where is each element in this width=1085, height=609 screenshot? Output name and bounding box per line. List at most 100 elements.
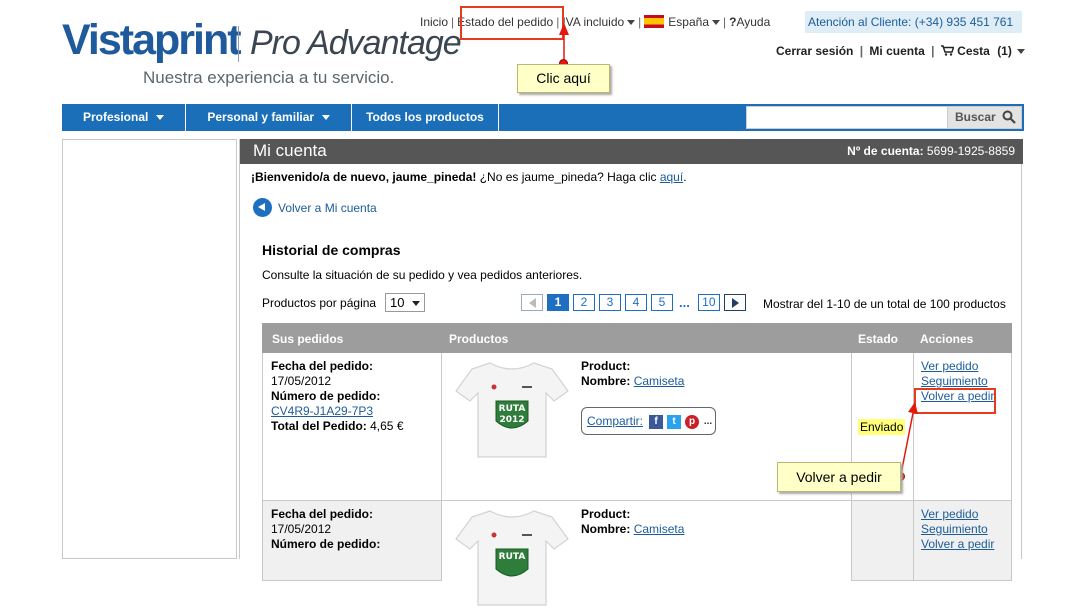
share-box: Compartir: f t p ... xyxy=(581,407,716,435)
home-link[interactable]: Inicio xyxy=(420,15,448,29)
tshirt-image[interactable]: RUTA xyxy=(450,505,574,609)
reorder-link[interactable]: Volver a pedir xyxy=(921,537,994,552)
nav-professional[interactable]: Profesional xyxy=(62,104,187,131)
pagination: 1 2 3 4 5 ... 10 xyxy=(521,294,750,311)
tshirt-image[interactable]: RUTA 2012 xyxy=(450,357,574,461)
tracking-link[interactable]: Seguimiento xyxy=(921,522,994,537)
my-account-link[interactable]: Mi cuenta xyxy=(869,44,924,58)
sub-brand: Pro Advantage xyxy=(250,24,462,62)
col-status: Estado xyxy=(858,332,899,346)
share-link[interactable]: Compartir: xyxy=(587,414,643,428)
col-actions: Acciones xyxy=(920,332,974,346)
search-button[interactable]: Buscar xyxy=(947,107,1021,128)
logout-link[interactable]: Cerrar sesión xyxy=(776,44,853,58)
order-status-highlight xyxy=(460,6,564,40)
prev-page-button[interactable] xyxy=(521,294,543,311)
product-name-label: Nombre: xyxy=(581,522,631,536)
order-number-link[interactable]: CV4R9-J1A29-7P3 xyxy=(271,404,373,418)
tagline: Nuestra experiencia a tu servicio. xyxy=(143,68,395,87)
product-name-link[interactable]: Camiseta xyxy=(634,522,685,536)
page-3[interactable]: 3 xyxy=(599,294,621,311)
order-total-label: Total del Pedido: xyxy=(271,419,367,433)
click-here-callout: Clic aquí xyxy=(517,64,610,93)
spain-flag-icon xyxy=(644,15,665,28)
page-5[interactable]: 5 xyxy=(651,294,673,311)
order-date-label: Fecha del pedido: xyxy=(271,359,374,373)
chevron-down-icon xyxy=(412,301,420,306)
view-order-link[interactable]: Ver pedido xyxy=(921,359,994,374)
search-button-label: Buscar xyxy=(955,110,996,124)
nav-label: Profesional xyxy=(83,110,149,124)
pagination-ellipsis: ... xyxy=(679,295,690,310)
pinterest-icon[interactable]: p xyxy=(685,415,699,429)
search-input[interactable] xyxy=(747,107,947,128)
facebook-icon[interactable]: f xyxy=(649,415,663,429)
page-10[interactable]: 10 xyxy=(697,294,720,311)
account-number-label: Nº de cuenta: xyxy=(847,144,924,158)
shirt-print-year: 2012 xyxy=(499,415,524,425)
order-date-label: Fecha del pedido: xyxy=(271,507,374,521)
nav-label: Todos los productos xyxy=(366,110,484,124)
view-order-link[interactable]: Ver pedido xyxy=(921,507,994,522)
shirt-print-word: RUTA xyxy=(499,404,526,414)
page-4[interactable]: 4 xyxy=(625,294,647,311)
page-2[interactable]: 2 xyxy=(573,294,595,311)
left-sidebar xyxy=(62,139,237,559)
divider: | xyxy=(859,44,864,58)
next-page-button[interactable] xyxy=(723,294,746,311)
welcome-message: ¡Bienvenido/a de nuevo, jaume_pineda! ¿N… xyxy=(251,170,687,184)
order-info: Fecha del pedido: 17/05/2012 Número de p… xyxy=(271,507,380,552)
product-label: Product: xyxy=(581,359,631,373)
country-dropdown[interactable]: España xyxy=(644,15,720,29)
tracking-link[interactable]: Seguimiento xyxy=(921,374,994,389)
account-number: Nº de cuenta: 5699-1925-8859 xyxy=(847,144,1015,158)
cart-icon xyxy=(940,45,955,56)
cell-divider xyxy=(913,501,914,580)
shirt-print-word: RUTA xyxy=(499,552,526,562)
help-link[interactable]: ?Ayuda xyxy=(729,15,770,29)
welcome-question: ¿No es jaume_pineda? Haga clic xyxy=(476,170,660,184)
per-page-label: Productos por página xyxy=(262,296,377,310)
welcome-greeting: ¡Bienvenido/a de nuevo, jaume_pineda! xyxy=(251,170,477,184)
back-to-account-link[interactable]: Volver a Mi cuenta xyxy=(278,201,377,215)
chevron-down-icon xyxy=(712,20,720,25)
cart-link[interactable]: Cesta (1) xyxy=(940,44,1025,58)
reorder-highlight xyxy=(914,388,996,414)
table-header: Sus pedidos Productos Estado Acciones xyxy=(262,323,1012,353)
product-label: Product: xyxy=(581,507,631,521)
product-name-label: Nombre: xyxy=(581,374,631,388)
order-info: Fecha del pedido: 17/05/2012 Número de p… xyxy=(271,359,404,434)
back-to-account[interactable]: Volver a Mi cuenta xyxy=(253,198,377,217)
order-number-label: Número de pedido: xyxy=(271,389,381,403)
product-info: Product: Nombre: Camiseta xyxy=(581,359,684,389)
account-number-value: 5699-1925-8859 xyxy=(926,144,1015,158)
country-label: España xyxy=(668,15,709,29)
logo[interactable]: Vistaprint Pro Advantage xyxy=(62,14,472,74)
per-page-value: 10 xyxy=(390,295,405,310)
chevron-down-icon xyxy=(156,115,165,120)
twitter-icon[interactable]: t xyxy=(667,415,681,429)
per-page-select[interactable]: 10 xyxy=(385,293,425,312)
product-info: Product: Nombre: Camiseta xyxy=(581,507,684,537)
share-more[interactable]: ... xyxy=(701,415,715,429)
chevron-down-icon xyxy=(1016,49,1025,54)
order-number-label: Número de pedido: xyxy=(271,537,381,551)
nav-personal[interactable]: Personal y familiar xyxy=(186,104,353,131)
user-nav: Cerrar sesión | Mi cuenta | Cesta (1) xyxy=(776,44,1025,58)
nav-label: Personal y familiar xyxy=(207,110,315,124)
col-products: Productos xyxy=(449,332,509,346)
divider: | xyxy=(723,15,727,29)
product-name-link[interactable]: Camiseta xyxy=(634,374,685,388)
logo-divider xyxy=(238,26,239,62)
nav-all-products[interactable]: Todos los productos xyxy=(352,104,499,131)
divider: | xyxy=(451,15,455,29)
col-orders: Sus pedidos xyxy=(272,332,344,346)
not-you-link[interactable]: aquí xyxy=(660,170,683,184)
table-row: Fecha del pedido: 17/05/2012 Número de p… xyxy=(262,501,1012,606)
chevron-down-icon xyxy=(627,20,636,25)
customer-support: Atención al Cliente: (+34) 935 451 761 xyxy=(805,11,1022,33)
results-count: Mostrar del 1-10 de un total de 100 prod… xyxy=(763,297,1006,311)
page-1[interactable]: 1 xyxy=(547,294,569,311)
order-total: 4,65 € xyxy=(370,419,404,433)
back-arrow-icon xyxy=(253,198,272,217)
